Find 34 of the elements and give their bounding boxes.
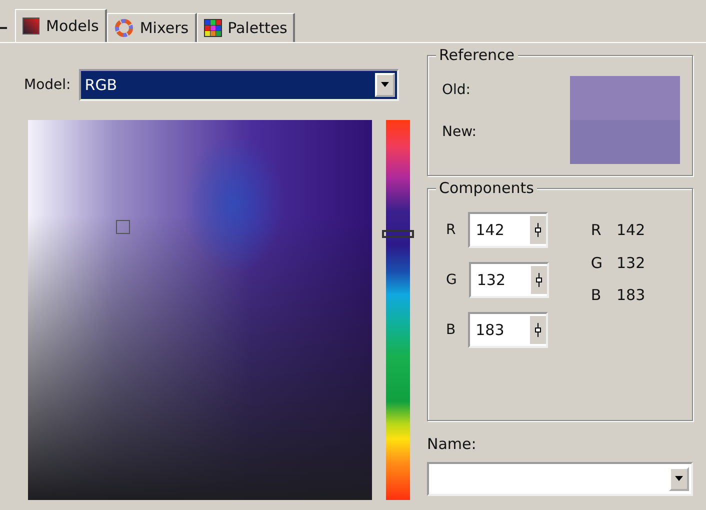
- tab[interactable]: Palettes: [196, 13, 296, 42]
- readout-label: R: [590, 220, 602, 241]
- value-field[interactable]: 132: [468, 262, 549, 298]
- readout-label: B: [590, 285, 602, 306]
- slider-icon: [534, 222, 542, 238]
- model-label: Model:: [24, 76, 71, 94]
- value-field[interactable]: 142: [468, 212, 548, 248]
- dash-mark: [0, 27, 7, 29]
- readout-value: 132: [616, 252, 646, 274]
- component-label: B: [446, 320, 456, 340]
- readout-value: 183: [616, 285, 646, 306]
- component-label: R: [446, 220, 456, 240]
- slider-icon: [534, 322, 542, 338]
- group-title: Components: [436, 179, 537, 197]
- name-dropdown[interactable]: [427, 462, 693, 496]
- palette-grid-icon: [204, 19, 222, 37]
- swatch-label: Old:: [442, 81, 472, 100]
- readout-value: 142: [616, 220, 646, 241]
- value-field[interactable]: 183: [468, 312, 548, 348]
- color-wheel-icon: [114, 18, 134, 38]
- readout-label: G: [590, 252, 602, 274]
- slider-handle[interactable]: [382, 230, 414, 238]
- slider-icon: [534, 272, 543, 288]
- component-label: G: [446, 270, 457, 290]
- color-field[interactable]: [28, 120, 372, 500]
- dropdown-arrow-icon: [674, 476, 684, 482]
- model-dropdown[interactable]: RGB: [78, 69, 399, 101]
- gradient-swatch-icon: [22, 17, 40, 35]
- dropdown-arrow-icon: [380, 82, 390, 88]
- name-label: Name:: [427, 434, 478, 455]
- swatch-label: New:: [442, 123, 476, 142]
- picker-marker[interactable]: [116, 220, 130, 234]
- tab[interactable]: Mixers: [106, 13, 197, 42]
- tab[interactable]: Models: [15, 9, 107, 42]
